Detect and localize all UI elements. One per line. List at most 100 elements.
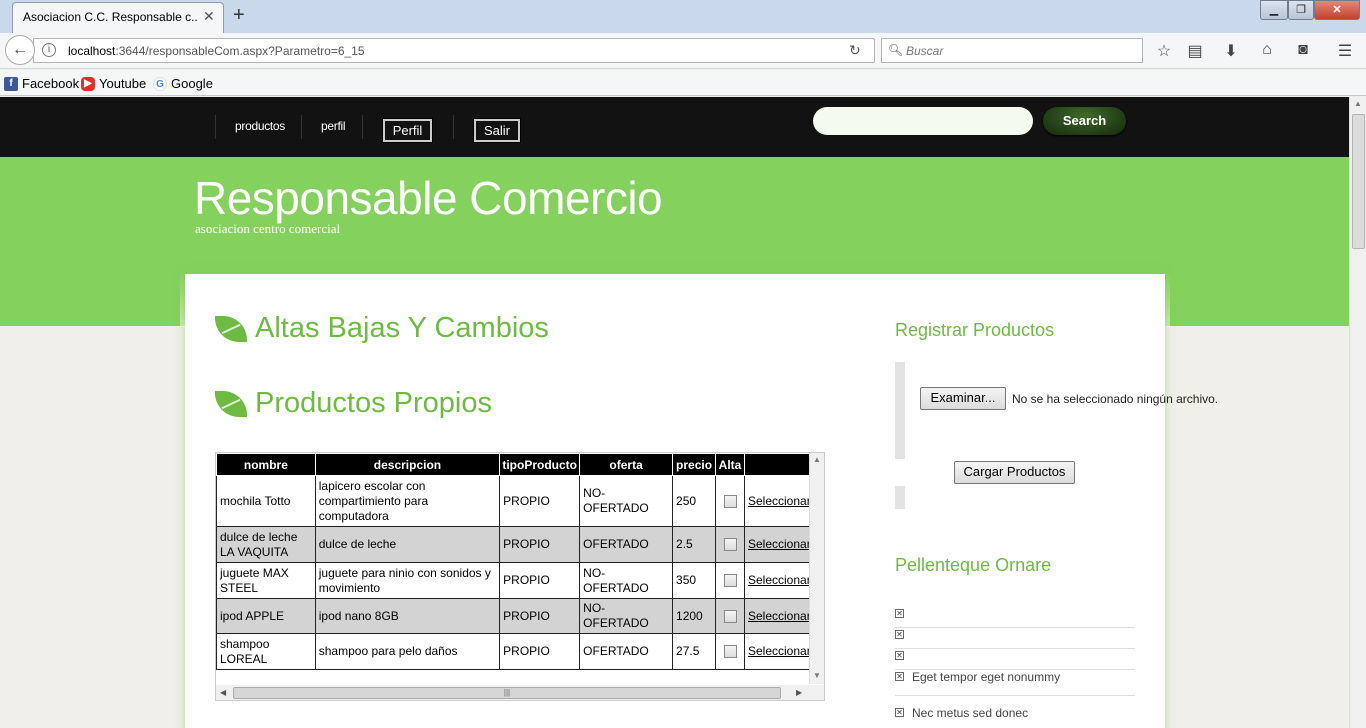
bullet-icon: ✕ bbox=[895, 708, 904, 717]
download-icon[interactable]: ⬇ bbox=[1220, 41, 1242, 61]
content-area: Altas Bajas Y Cambios Productos Propios … bbox=[185, 274, 1218, 728]
scroll-right-icon[interactable]: ▶ bbox=[796, 688, 802, 697]
browse-button[interactable]: Examinar... bbox=[920, 387, 1006, 410]
col-tipo: tipoProducto bbox=[499, 453, 581, 476]
col-nombre: nombre bbox=[216, 453, 316, 476]
alta-checkbox[interactable] bbox=[723, 494, 737, 508]
upload-button[interactable]: Cargar Productos bbox=[954, 461, 1075, 484]
cell-nombre: juguete MAX STEEL bbox=[216, 562, 316, 599]
cell-tipo: PROPIO bbox=[499, 633, 581, 670]
bookmark-youtube[interactable]: ▶ Youtube bbox=[81, 76, 146, 91]
page-vertical-scrollbar[interactable]: ▲ bbox=[1349, 97, 1366, 728]
cell-oferta: OFERTADO bbox=[579, 526, 674, 563]
search-placeholder: Buscar bbox=[906, 44, 944, 58]
list-item[interactable]: ✕ bbox=[895, 628, 1135, 649]
list-item-text: Nec metus sed donec bbox=[912, 706, 1029, 720]
cell-precio: 27.5 bbox=[672, 633, 717, 670]
info-icon[interactable]: i bbox=[42, 43, 56, 57]
nav-link-perfil[interactable]: perfil bbox=[321, 119, 346, 133]
alta-checkbox[interactable] bbox=[723, 609, 737, 623]
site-subtitle: asociacion centro comercial bbox=[195, 221, 341, 236]
close-window-icon[interactable]: ✕ bbox=[1314, 0, 1360, 20]
bookmark-google[interactable]: G Google bbox=[153, 76, 213, 91]
cell-oferta: OFERTADO bbox=[579, 633, 674, 670]
scroll-down-icon[interactable]: ▼ bbox=[813, 671, 821, 680]
scroll-thumb[interactable]: ||| bbox=[233, 687, 781, 699]
bullet-icon: ✕ bbox=[895, 609, 904, 618]
cell-oferta: NO-OFERTADO bbox=[579, 562, 674, 599]
heading-productos-text: Productos Propios bbox=[255, 387, 492, 419]
cell-alta bbox=[715, 475, 745, 527]
list-item[interactable]: ✕ bbox=[895, 607, 1135, 628]
cell-tipo: PROPIO bbox=[499, 475, 581, 527]
menu-icon[interactable]: ☰ bbox=[1334, 41, 1356, 61]
cell-tipo: PROPIO bbox=[499, 562, 581, 599]
list-item[interactable]: ✕ bbox=[895, 649, 1135, 670]
cell-tipo: PROPIO bbox=[499, 598, 581, 634]
browser-tab[interactable]: Asociacion C.C. Responsable c... ✕ bbox=[12, 2, 224, 33]
list-item[interactable]: ✕ Eget tempor eget nonummy bbox=[895, 670, 1135, 696]
browser-toolbar: i localhost:3644/responsableCom.aspx?Par… bbox=[0, 33, 1366, 69]
cell-oferta: NO-OFERTADO bbox=[579, 598, 674, 634]
col-descripcion: descripcion bbox=[314, 453, 501, 476]
google-icon: G bbox=[153, 76, 167, 91]
maximize-icon[interactable]: ❐ bbox=[1288, 0, 1314, 20]
bookmark-facebook[interactable]: f Facebook bbox=[4, 76, 79, 91]
site-search-input[interactable] bbox=[813, 107, 1033, 135]
scroll-left-icon[interactable]: ◀ bbox=[220, 688, 226, 697]
cell-nombre: mochila Totto bbox=[216, 475, 316, 527]
col-precio: precio bbox=[672, 453, 717, 476]
star-icon[interactable]: ☆ bbox=[1153, 41, 1175, 61]
grid-horizontal-scrollbar[interactable]: ◀ ||| ▶ bbox=[216, 685, 824, 700]
scroll-thumb[interactable] bbox=[1352, 114, 1365, 249]
cell-nombre: ipod APPLE bbox=[216, 598, 316, 634]
new-tab-icon[interactable]: + bbox=[233, 4, 245, 27]
alta-checkbox[interactable] bbox=[723, 574, 737, 587]
back-arrow-icon[interactable]: ← bbox=[5, 35, 35, 65]
cell-precio: 1200 bbox=[672, 598, 717, 634]
leaf-icon bbox=[215, 315, 247, 342]
heading-altas: Altas Bajas Y Cambios bbox=[215, 312, 549, 345]
cell-descripcion: juguete para ninio con sonidos y movimie… bbox=[314, 562, 501, 599]
perfil-button[interactable]: Perfil bbox=[382, 118, 433, 143]
site-title: Responsable Comercio bbox=[194, 172, 663, 224]
salir-button[interactable]: Salir bbox=[473, 118, 521, 143]
minimize-icon[interactable]: ▁ bbox=[1260, 0, 1288, 20]
table-row: ipod APPLE ipod nano 8GB PROPIO NO-OFERT… bbox=[216, 598, 824, 634]
url-path: :3644/responsableCom.aspx?Parametro=6_15 bbox=[115, 44, 365, 58]
reading-list-icon[interactable]: ▤ bbox=[1184, 41, 1206, 61]
bookmark-label: Facebook bbox=[22, 76, 80, 91]
cell-descripcion: lapicero escolar con compartimiento para… bbox=[314, 475, 501, 527]
upload-panel-bar bbox=[895, 362, 905, 459]
pocket-icon[interactable]: ◙ bbox=[1292, 41, 1314, 59]
bullet-icon: ✕ bbox=[895, 672, 904, 681]
grid-vertical-scrollbar[interactable]: ▲ ▼ bbox=[809, 453, 824, 684]
col-oferta: oferta bbox=[579, 453, 674, 476]
home-icon[interactable]: ⌂ bbox=[1256, 41, 1278, 59]
reload-icon[interactable]: ↻ bbox=[849, 42, 861, 59]
list-item[interactable]: ✕ Nec metus sed donec bbox=[895, 706, 1135, 727]
heading-productos: Productos Propios bbox=[215, 387, 492, 420]
bullet-icon: ✕ bbox=[895, 651, 904, 660]
scroll-up-icon[interactable]: ▲ bbox=[813, 455, 821, 464]
table-row: dulce de leche LA VAQUITA dulce de leche… bbox=[216, 526, 824, 563]
cell-descripcion: ipod nano 8GB bbox=[314, 598, 501, 634]
url-bar[interactable]: i localhost:3644/responsableCom.aspx?Par… bbox=[33, 38, 875, 63]
search-button[interactable]: Search bbox=[1043, 107, 1126, 135]
nav-separator bbox=[453, 115, 454, 139]
bookmark-label: Youtube bbox=[99, 76, 147, 91]
youtube-icon: ▶ bbox=[81, 76, 95, 91]
cell-alta bbox=[715, 633, 745, 670]
leaf-icon bbox=[215, 390, 247, 417]
nav-link-productos[interactable]: productos bbox=[235, 119, 285, 133]
facebook-icon: f bbox=[4, 76, 18, 91]
scroll-up-icon[interactable]: ▲ bbox=[1354, 99, 1362, 108]
table-header-row: nombre descripcion tipoProducto oferta p… bbox=[216, 453, 824, 476]
table-row: juguete MAX STEEL juguete para ninio con… bbox=[216, 562, 824, 599]
cell-oferta: NO-OFERTADO bbox=[579, 475, 674, 527]
alta-checkbox[interactable] bbox=[723, 645, 737, 658]
alta-checkbox[interactable] bbox=[723, 538, 737, 551]
browser-search-input[interactable]: 🔍︎ Buscar bbox=[881, 38, 1143, 63]
url-text[interactable]: localhost:3644/responsableCom.aspx?Param… bbox=[68, 44, 365, 58]
tab-close-icon[interactable]: ✕ bbox=[203, 8, 215, 25]
